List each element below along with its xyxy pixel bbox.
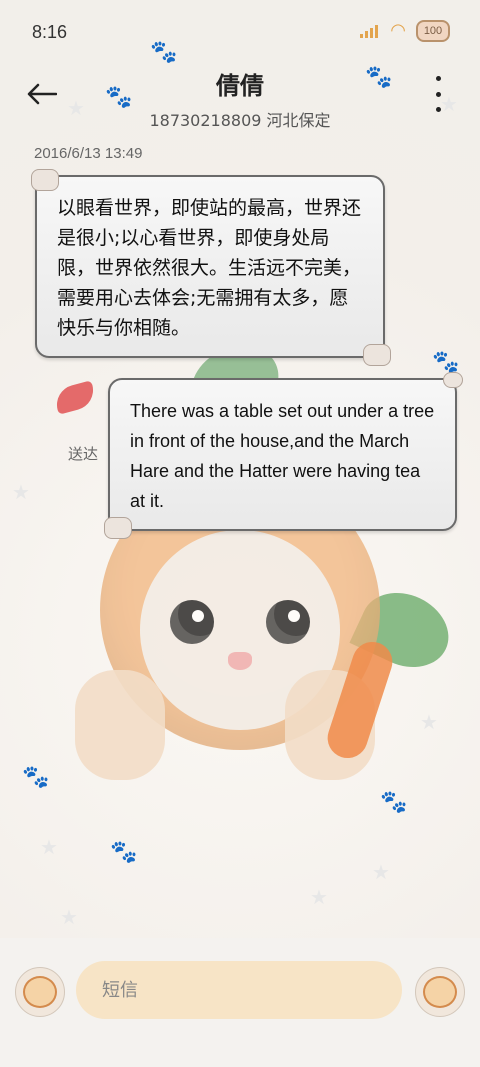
star-decoration-icon: ★ bbox=[310, 885, 328, 909]
bubble-cat-sticker-icon bbox=[443, 372, 463, 388]
delivery-status: 送达 bbox=[68, 445, 99, 463]
incoming-message-text: 以眼看世界，即使站的最高，世界还是很小;以心看世界，即使身处局限，世界依然很大。… bbox=[57, 197, 362, 339]
contact-name: 倩倩 bbox=[216, 72, 264, 100]
cat-avatar-icon bbox=[23, 976, 57, 1008]
star-decoration-icon: ★ bbox=[372, 860, 390, 884]
outgoing-message-bubble[interactable]: There was a table set out under a tree i… bbox=[104, 372, 463, 539]
contact-info: 倩倩 18730218809 河北保定 bbox=[0, 66, 480, 131]
wifi-icon: ◠ bbox=[390, 20, 406, 41]
star-decoration-icon: ★ bbox=[12, 480, 30, 504]
status-time: 8:16 bbox=[32, 22, 68, 42]
attachment-cat-button[interactable] bbox=[15, 967, 65, 1017]
message-input[interactable] bbox=[100, 978, 402, 1002]
bubble-cat-sticker-icon bbox=[363, 344, 391, 366]
status-bar: 8:16 ◠ 100 bbox=[0, 0, 480, 64]
signal-icon bbox=[360, 24, 380, 38]
star-decoration-icon: ★ bbox=[40, 835, 58, 859]
send-button[interactable] bbox=[415, 967, 465, 1017]
star-decoration-icon: ★ bbox=[60, 905, 78, 929]
message-timestamp: 2016/6/13 13:49 bbox=[34, 145, 143, 162]
message-input-container[interactable] bbox=[76, 961, 402, 1019]
send-cat-icon bbox=[423, 976, 457, 1008]
message-input-bar bbox=[0, 938, 480, 1067]
conversation-header: 倩倩 18730218809 河北保定 bbox=[0, 64, 480, 134]
more-options-button[interactable] bbox=[426, 76, 450, 112]
status-icons: ◠ 100 bbox=[360, 20, 450, 42]
contact-number-location: 18730218809 河北保定 bbox=[149, 111, 331, 130]
battery-icon: 100 bbox=[416, 20, 450, 42]
bubble-cat-sticker-icon bbox=[104, 517, 132, 539]
more-vertical-icon bbox=[435, 76, 441, 81]
bubble-cat-sticker-icon bbox=[31, 169, 59, 191]
paw-decoration-icon: 🐾 bbox=[22, 765, 50, 790]
incoming-message-bubble[interactable]: 以眼看世界，即使站的最高，世界还是很小;以心看世界，即使身处局限，世界依然很大。… bbox=[31, 169, 391, 366]
outgoing-message-text: There was a table set out under a tree i… bbox=[130, 401, 435, 511]
